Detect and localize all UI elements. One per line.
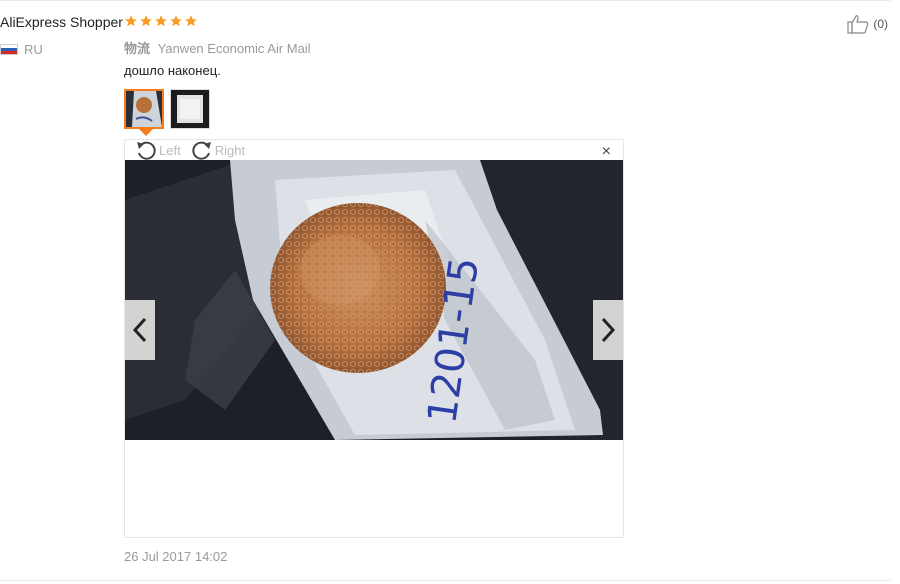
viewer-toolbar: Left Right xyxy=(135,140,245,160)
star-rating xyxy=(124,14,198,28)
star-icon xyxy=(140,15,152,27)
star-icon xyxy=(170,15,182,27)
rotate-right-label: Right xyxy=(214,142,246,158)
thumbnail-image xyxy=(171,90,209,128)
shipping-info: 物流 Yanwen Economic Air Mail xyxy=(124,38,311,57)
rotate-right-icon xyxy=(192,141,211,160)
buyer-name: AliExpress Shopper xyxy=(0,14,123,30)
review-text: дошло наконец. xyxy=(124,63,221,78)
thumbnail-pointer xyxy=(139,129,153,136)
russia-flag-icon xyxy=(0,44,18,55)
buyer-country: RU xyxy=(0,42,43,57)
chevron-left-icon xyxy=(132,317,147,343)
prev-image-button[interactable] xyxy=(125,300,155,360)
next-image-button[interactable] xyxy=(593,300,623,360)
thumbnail-image xyxy=(126,91,162,127)
chevron-right-icon xyxy=(601,317,616,343)
image-viewer: Left Right × 1201-15 xyxy=(124,139,624,538)
country-code: RU xyxy=(24,42,43,57)
review-date: 26 Jul 2017 14:02 xyxy=(124,549,228,564)
rotate-left-button[interactable]: Left xyxy=(135,140,181,160)
shipping-label: 物流 xyxy=(124,41,151,56)
helpful-button[interactable]: (0) xyxy=(847,14,888,34)
thumbs-up-icon xyxy=(847,15,869,34)
star-icon xyxy=(125,15,137,27)
close-icon[interactable]: × xyxy=(602,144,611,160)
review-photo: 1201-15 xyxy=(125,160,623,440)
rotate-left-icon xyxy=(137,141,156,160)
rotate-right-button[interactable]: Right xyxy=(191,140,245,160)
review-thumbnails xyxy=(124,89,210,129)
review-photo-image: 1201-15 xyxy=(125,160,623,440)
review-thumbnail[interactable] xyxy=(170,89,210,129)
star-icon xyxy=(185,15,197,27)
rotate-left-label: Left xyxy=(159,142,181,158)
bottom-divider xyxy=(0,580,890,581)
top-divider xyxy=(0,0,890,1)
helpful-count: (0) xyxy=(873,17,888,31)
shipping-method: Yanwen Economic Air Mail xyxy=(157,41,311,56)
star-icon xyxy=(155,15,167,27)
review-thumbnail[interactable] xyxy=(124,89,164,129)
